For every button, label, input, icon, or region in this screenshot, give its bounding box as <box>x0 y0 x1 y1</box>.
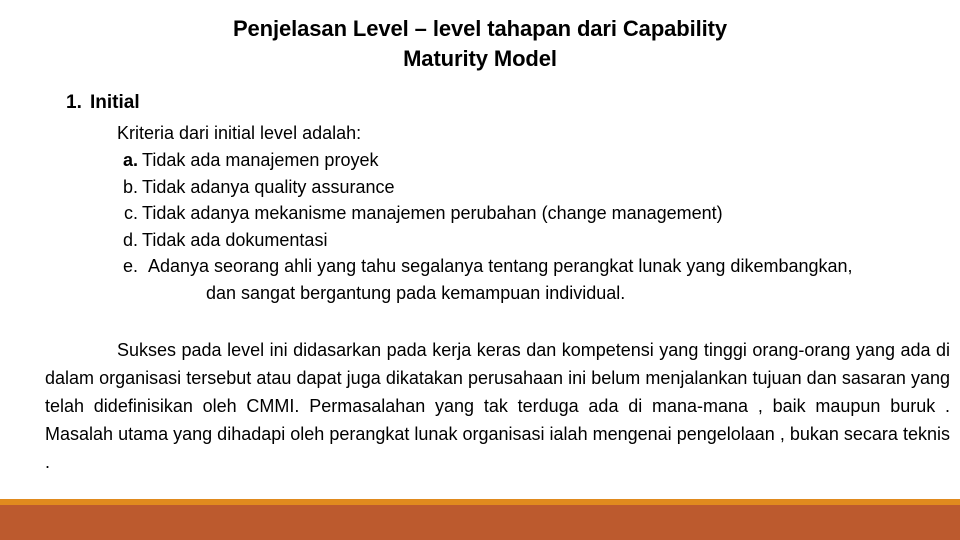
criteria-intro: Kriteria dari initial level adalah: <box>117 123 362 143</box>
criteria-list: a. Tidak ada manajemen proyek b. Tidak a… <box>100 147 960 306</box>
list-item: a. Tidak ada manajemen proyek <box>100 147 960 174</box>
slide-title-line-2: Maturity Model <box>403 46 557 71</box>
accent-band <box>0 505 960 540</box>
level-name: Initial <box>90 92 140 113</box>
list-item-text: Tidak adanya mekanisme manajemen perubah… <box>142 203 723 223</box>
slide-title: Penjelasan Level – level tahapan dari Ca… <box>0 14 960 74</box>
body-paragraph: Sukses pada level ini didasarkan pada ke… <box>45 340 950 472</box>
list-item-marker: c. <box>123 203 138 223</box>
level-number: 1. <box>66 92 82 113</box>
list-item-text: Adanya seorang ahli yang tahu segalanya … <box>142 253 960 306</box>
list-item: e. Adanya seorang ahli yang tahu segalan… <box>100 253 960 306</box>
level-heading: 1. Initial <box>66 90 140 116</box>
list-item-text: Tidak ada dokumentasi <box>142 229 328 250</box>
slide-title-line-1: Penjelasan Level – level tahapan dari Ca… <box>232 16 728 41</box>
list-item-text-line-2: dan sangat bergantung pada kemampuan ind… <box>206 282 626 303</box>
slide-canvas: Penjelasan Level – level tahapan dari Ca… <box>0 0 960 540</box>
list-item-marker: d. <box>122 229 138 250</box>
list-item-text: Tidak adanya quality assurance <box>142 176 395 197</box>
list-item-marker: e. <box>122 256 138 276</box>
list-item: d. Tidak ada dokumentasi <box>100 227 960 254</box>
list-item: c. Tidak adanya mekanisme manajemen peru… <box>100 200 960 227</box>
list-item-text: Tidak ada manajemen proyek <box>142 150 379 170</box>
list-item-text-line-1: Adanya seorang ahli yang tahu segalanya … <box>148 256 853 276</box>
list-item-marker: b. <box>122 176 138 197</box>
list-item: b. Tidak adanya quality assurance <box>100 174 960 201</box>
list-item-marker: a. <box>122 150 138 170</box>
